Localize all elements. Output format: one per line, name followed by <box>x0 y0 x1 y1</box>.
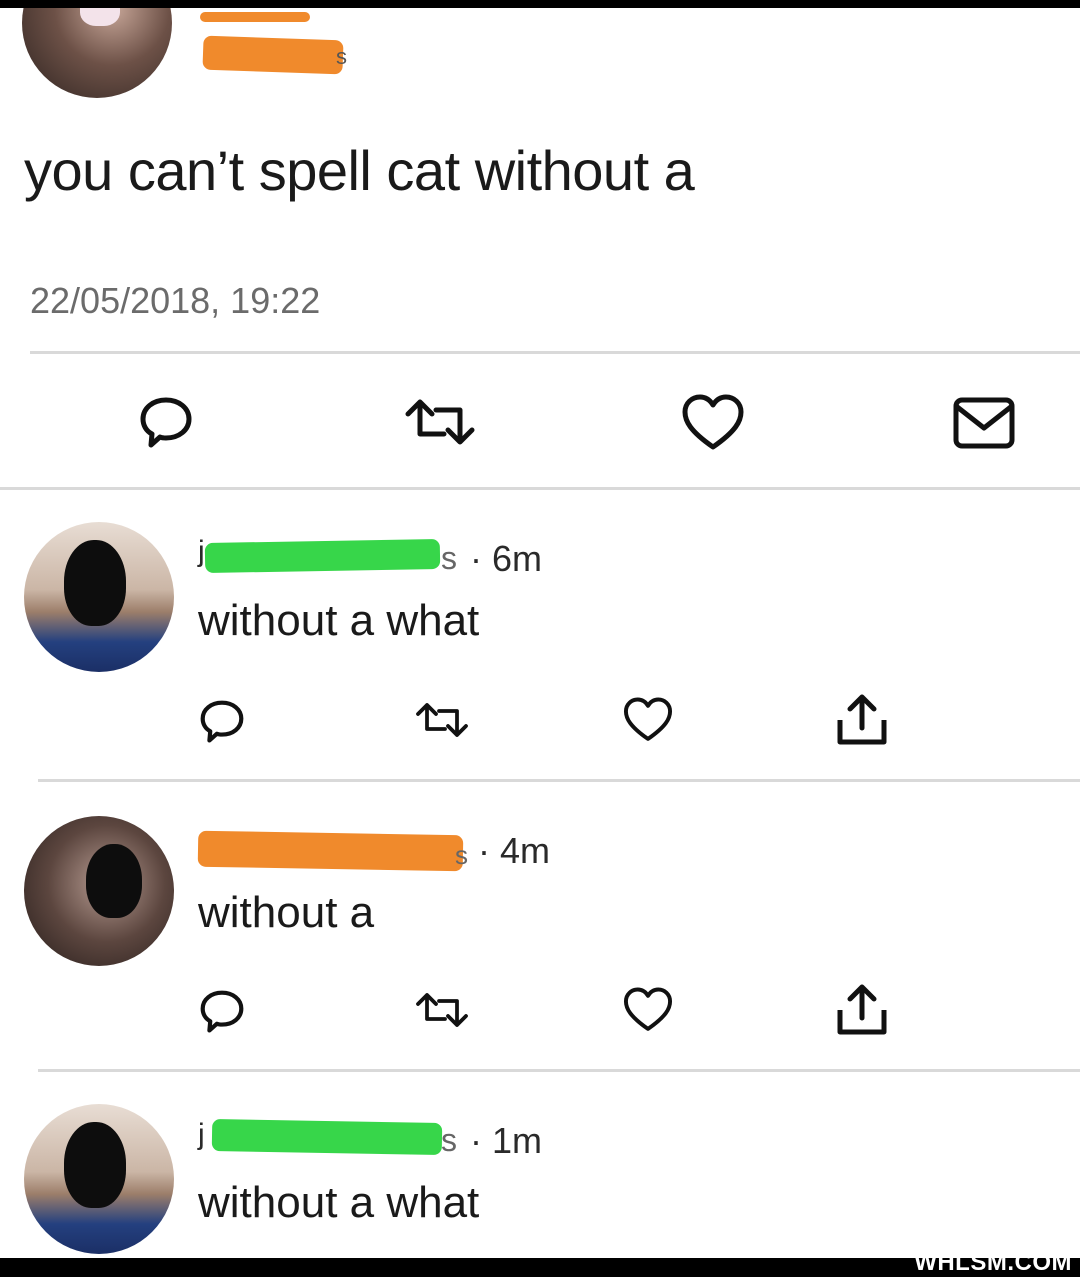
retweet-icon[interactable] <box>400 394 480 450</box>
screenshot-frame: s you can’t spell cat without a 22/05/20… <box>0 8 1080 1258</box>
retweet-icon[interactable] <box>412 988 472 1032</box>
redacted-handle <box>202 35 344 75</box>
handle-tail: s <box>441 1122 457 1158</box>
handle-tail: s <box>455 840 468 870</box>
divider <box>38 1069 1080 1072</box>
reply-icon[interactable] <box>135 392 197 454</box>
watermark: WHLSM.COM <box>914 1249 1072 1276</box>
divider <box>38 779 1080 782</box>
like-icon[interactable] <box>622 986 674 1034</box>
redacted-name <box>211 1118 443 1156</box>
reply-text: without a <box>198 888 375 937</box>
divider <box>30 351 1080 354</box>
share-icon[interactable] <box>834 982 890 1038</box>
redacted-name <box>197 830 464 872</box>
reply-time: · 6m <box>470 538 542 579</box>
message-icon[interactable] <box>952 396 1016 450</box>
reply-icon[interactable] <box>196 986 248 1038</box>
tweet-text: you can’t spell cat without a <box>24 139 695 202</box>
reply-text: without a what <box>198 1178 480 1227</box>
share-icon[interactable] <box>834 692 890 748</box>
reply-avatar[interactable] <box>24 522 174 672</box>
reply-avatar[interactable] <box>24 816 174 966</box>
handle-tail: s <box>336 44 347 69</box>
reply-text: without a what <box>198 596 480 645</box>
tweet-timestamp[interactable]: 22/05/2018, 19:22 <box>30 280 320 322</box>
handle-tail: s <box>441 540 457 576</box>
retweet-icon[interactable] <box>412 698 472 742</box>
author-avatar[interactable] <box>22 8 172 98</box>
like-icon[interactable] <box>680 393 746 453</box>
handle-lead: j <box>198 535 205 568</box>
reply-icon[interactable] <box>196 696 248 748</box>
like-icon[interactable] <box>622 696 674 744</box>
handle-lead: j <box>198 1118 205 1151</box>
redacted-name <box>204 538 441 574</box>
divider <box>0 487 1080 490</box>
reply-time: · 1m <box>470 1120 542 1161</box>
reply-time: · 4m <box>478 830 550 871</box>
redacted-name <box>200 12 310 22</box>
reply-avatar[interactable] <box>24 1104 174 1254</box>
